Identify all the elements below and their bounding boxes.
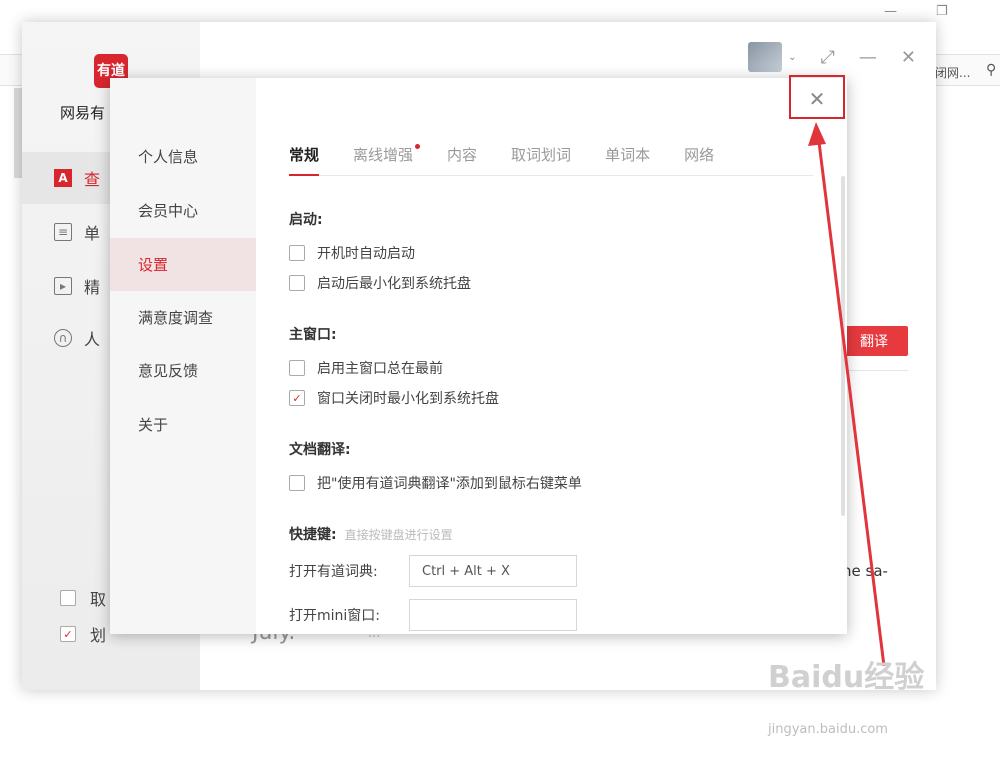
annotation-arrow-head bbox=[808, 122, 826, 146]
annotation-arrow-line bbox=[816, 133, 886, 667]
annotation-arrow bbox=[808, 122, 886, 667]
watermark-url: jingyan.baidu.com bbox=[768, 722, 888, 737]
watermark-logo: Baidu经验 bbox=[768, 660, 925, 695]
